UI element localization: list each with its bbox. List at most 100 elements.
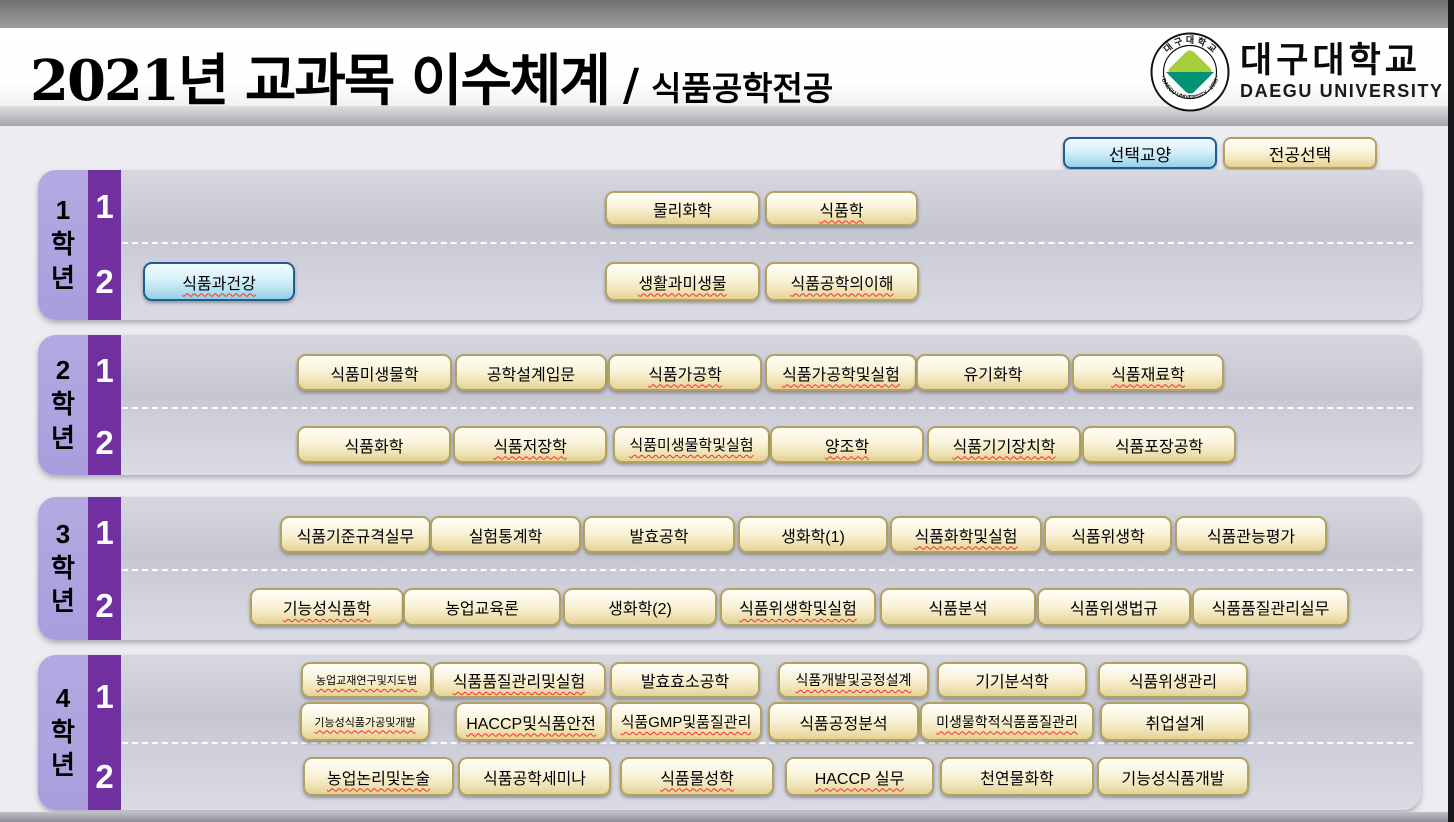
course-button[interactable]: 유기화학: [916, 354, 1070, 391]
course-button[interactable]: HACCP및식품안전: [455, 702, 607, 741]
course-button[interactable]: 식품학: [765, 191, 918, 226]
course-button[interactable]: 공학설계입문: [455, 354, 607, 391]
course-button[interactable]: 식품분석: [880, 588, 1036, 626]
course-button[interactable]: 식품화학: [297, 426, 451, 463]
course-label: 식품위생학및실험: [739, 595, 857, 619]
course-label: 식품미생물학및실험: [629, 434, 753, 455]
course-label: 미생물학적식품품질관리: [936, 712, 1078, 732]
course-label: 천연물화학: [980, 765, 1054, 789]
course-label: 공학설계입문: [487, 361, 575, 385]
course-button[interactable]: 농업교재연구및지도법: [301, 662, 432, 698]
page-title: 2021년 교과목 이수체계 / 식품공학전공: [30, 36, 833, 117]
course-button[interactable]: 취업설계: [1100, 702, 1250, 741]
course-button[interactable]: 식품품질관리실무: [1192, 588, 1349, 626]
course-label: 생화학(2): [608, 595, 672, 619]
course-button[interactable]: 식품GMP및품질관리: [610, 702, 762, 741]
course-label: 식품분석: [929, 595, 988, 619]
semester-number: 1: [88, 678, 121, 716]
course-button[interactable]: 농업논리및논술: [303, 757, 454, 796]
course-button[interactable]: 생활과미생물: [605, 262, 760, 301]
semester-column: 12: [88, 655, 121, 810]
course-label: 식품과건강: [182, 270, 256, 294]
course-label: 취업설계: [1146, 710, 1205, 734]
course-button[interactable]: 식품재료학: [1072, 354, 1224, 391]
course-button[interactable]: 물리화학: [605, 191, 760, 226]
course-button[interactable]: 양조학: [770, 426, 924, 463]
course-label: 기기분석학: [975, 668, 1049, 692]
course-label: 식품GMP및품질관리: [621, 711, 752, 732]
course-button[interactable]: 생화학(2): [563, 588, 717, 626]
title-main: 2021년 교과목 이수체계: [30, 36, 609, 117]
course-label: 식품저장학: [493, 433, 567, 457]
course-button[interactable]: 식품물성학: [620, 757, 774, 796]
course-button[interactable]: HACCP 실무: [785, 757, 934, 796]
year-label-char: 학: [51, 716, 75, 750]
course-button[interactable]: 식품품질관리및실험: [432, 662, 606, 698]
legend-elective-general-button[interactable]: 선택교양: [1063, 137, 1217, 169]
course-label: 식품품질관리실무: [1212, 595, 1330, 619]
semester-number: 2: [88, 587, 121, 625]
course-button[interactable]: 식품기준규격실무: [280, 516, 431, 553]
course-label: 식품개발및공정설계: [796, 670, 912, 690]
course-button[interactable]: 식품미생물학및실험: [613, 426, 770, 463]
course-label: 식품화학및실험: [914, 523, 1017, 547]
course-button[interactable]: 식품개발및공정설계: [778, 662, 929, 698]
course-label: 식품학: [819, 197, 863, 221]
course-label: 농업교재연구및지도법: [316, 672, 417, 688]
curriculum-slide: 2021년 교과목 이수체계 / 식품공학전공 대 구 대 학 교 · DAEG…: [0, 0, 1454, 822]
course-button[interactable]: 기능성식품개발: [1097, 757, 1249, 796]
course-button[interactable]: 식품위생학및실험: [720, 588, 876, 626]
course-button[interactable]: 식품기기장치학: [927, 426, 1081, 463]
course-button[interactable]: 천연물화학: [940, 757, 1094, 796]
course-label: 식품위생관리: [1129, 668, 1217, 692]
course-button[interactable]: 발효효소공학: [610, 662, 760, 698]
course-label: 기능성식품개발: [1121, 765, 1224, 789]
course-button[interactable]: 식품관능평가: [1175, 516, 1327, 553]
university-name-korean: 대구대학교: [1240, 43, 1444, 80]
year-label-char: 년: [51, 262, 75, 296]
course-label: 유기화학: [964, 361, 1023, 385]
course-button[interactable]: 식품미생물학: [297, 354, 452, 391]
year-row-1: 1학년12물리화학식품학식품과건강생활과미생물식품공학의이해: [38, 170, 1421, 320]
semester-number: 1: [88, 188, 121, 226]
year-label-4: 4학년: [38, 655, 88, 810]
course-button[interactable]: 식품가공학및실험: [765, 354, 917, 391]
course-button[interactable]: 발효공학: [583, 516, 735, 553]
year-label-char: 3: [56, 518, 70, 552]
course-label: 식품공학세미나: [483, 765, 586, 789]
course-button[interactable]: 식품가공학: [608, 354, 762, 391]
semester-column: 12: [88, 497, 121, 640]
semester-number: 2: [88, 424, 121, 462]
title-major-name: 식품공학전공: [651, 62, 833, 110]
legend-major-elective-button[interactable]: 전공선택: [1223, 137, 1377, 169]
course-button[interactable]: 식품공정분석: [768, 702, 919, 741]
course-button[interactable]: 식품포장공학: [1082, 426, 1236, 463]
year-label-1: 1학년: [38, 170, 88, 320]
course-button[interactable]: 식품위생법규: [1037, 588, 1191, 626]
semester-divider: [122, 407, 1413, 409]
course-button[interactable]: 농업교육론: [403, 588, 561, 626]
course-button[interactable]: 식품과건강: [143, 262, 295, 301]
year-row-3: 3학년12식품기준규격실무실험통계학발효공학생화학(1)식품화학및실험식품위생학…: [38, 497, 1421, 640]
course-label: 농업교육론: [445, 595, 519, 619]
course-label: HACCP및식품안전: [466, 710, 596, 734]
course-button[interactable]: 생화학(1): [738, 516, 888, 553]
course-label: 식품가공학및실험: [782, 361, 900, 385]
course-button[interactable]: 식품저장학: [453, 426, 607, 463]
course-button[interactable]: 식품화학및실험: [890, 516, 1042, 553]
course-button[interactable]: 기기분석학: [937, 662, 1087, 698]
course-button[interactable]: 실험통계학: [430, 516, 581, 553]
year-label-char: 년: [51, 749, 75, 783]
course-button[interactable]: 식품위생학: [1044, 516, 1172, 553]
course-label: 기능성식품학: [283, 595, 371, 619]
year-label-char: 2: [56, 354, 70, 388]
course-label: HACCP 실무: [815, 765, 905, 789]
course-button[interactable]: 기능성식품가공및개발: [300, 702, 430, 741]
course-button[interactable]: 식품위생관리: [1098, 662, 1248, 698]
course-button[interactable]: 기능성식품학: [250, 588, 404, 626]
course-button[interactable]: 미생물학적식품품질관리: [920, 702, 1094, 741]
course-label: 식품위생법규: [1070, 595, 1158, 619]
course-button[interactable]: 식품공학의이해: [765, 262, 919, 301]
right-edge-strip: [1448, 0, 1454, 822]
course-button[interactable]: 식품공학세미나: [458, 757, 611, 796]
